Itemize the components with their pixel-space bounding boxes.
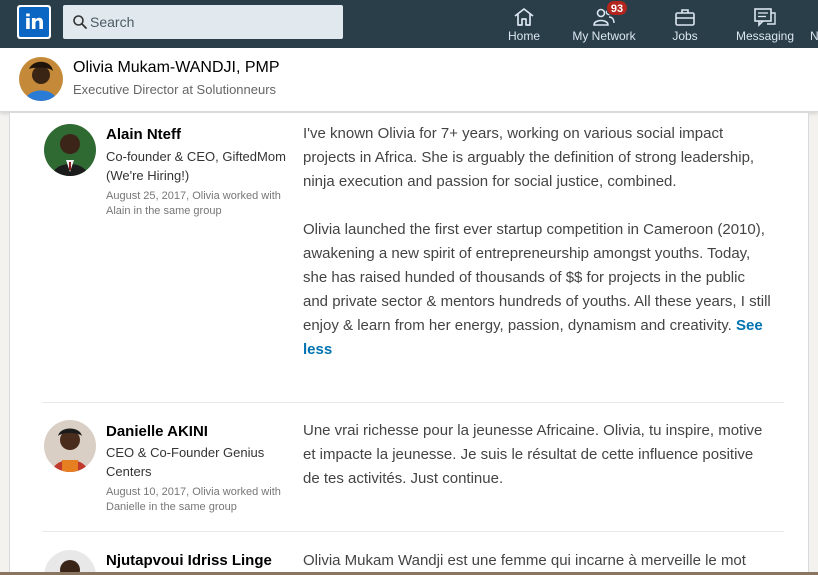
home-icon [514,8,534,26]
recommendation-meta: August 25, 2017, Olivia worked with Alai… [106,190,281,217]
search-box[interactable] [63,5,343,39]
recommendation-meta: August 10, 2017, Olivia worked with Dani… [106,486,281,513]
network-badge: 93 [606,0,628,16]
recommendation-text: I've known Olivia for 7+ years, working … [303,122,773,362]
recommender-name[interactable]: Danielle AKINI [106,423,208,440]
search-input[interactable] [90,5,330,39]
briefcase-icon [675,9,695,26]
nav-notifications-label: N [810,29,818,43]
search-icon [73,15,87,29]
recommender-name[interactable]: Alain Nteff [106,126,181,143]
recommender-title: CEO & Co-Founder Genius Centers [106,445,265,479]
top-nav: in Home My Network 93 Jobs [0,0,818,48]
recommendation-text: Olivia Mukam Wandji est une femme qui in… [303,549,773,573]
nav-jobs[interactable]: Jobs [664,0,706,48]
recommender-avatar[interactable] [44,420,96,472]
messaging-icon [754,8,776,27]
recommendation-item: Danielle AKINI CEO & Co-Founder Genius C… [42,403,784,531]
recommender-avatar[interactable] [44,124,96,176]
nav-my-network-label: My Network [572,29,636,43]
nav-home[interactable]: Home [501,0,547,48]
nav-home-label: Home [507,29,540,43]
nav-messaging-label: Messaging [735,29,795,43]
recommendation-paragraph-text: Olivia launched the first ever startup c… [303,221,771,334]
recommendation-item: Njutapvoui Idriss Linge Olivia Mukam Wan… [42,532,784,575]
profile-name: Olivia Mukam-WANDJI, PMP [73,59,280,76]
recommendation-paragraph: Olivia launched the first ever startup c… [303,218,773,362]
profile-avatar[interactable] [19,57,63,101]
recommendation-text: Une vrai richesse pour la jeunesse Afric… [303,419,773,491]
linkedin-logo-text: in [19,7,49,37]
nav-jobs-label: Jobs [672,29,698,43]
nav-messaging[interactable]: Messaging [733,0,797,48]
linkedin-logo[interactable]: in [17,5,51,39]
profile-headline: Executive Director at Solutionneurs [73,82,277,97]
recommender-name[interactable]: Njutapvoui Idriss Linge [106,552,272,569]
recommendation-paragraph: Une vrai richesse pour la jeunesse Afric… [303,422,763,487]
nav-notifications[interactable]: N [810,0,818,48]
recommendation-paragraph: Olivia Mukam Wandji est une femme qui in… [303,552,746,569]
sticky-profile-header: Olivia Mukam-WANDJI, PMP Executive Direc… [0,48,818,112]
recommendations-card: Alain Nteff Co-founder & CEO, GiftedMom … [9,113,809,575]
recommendation-item: Alain Nteff Co-founder & CEO, GiftedMom … [42,113,784,403]
nav-my-network[interactable]: My Network [568,0,640,48]
recommender-title: Co-founder & CEO, GiftedMom (We're Hirin… [106,149,286,183]
recommendation-paragraph: I've known Olivia for 7+ years, working … [303,125,755,190]
